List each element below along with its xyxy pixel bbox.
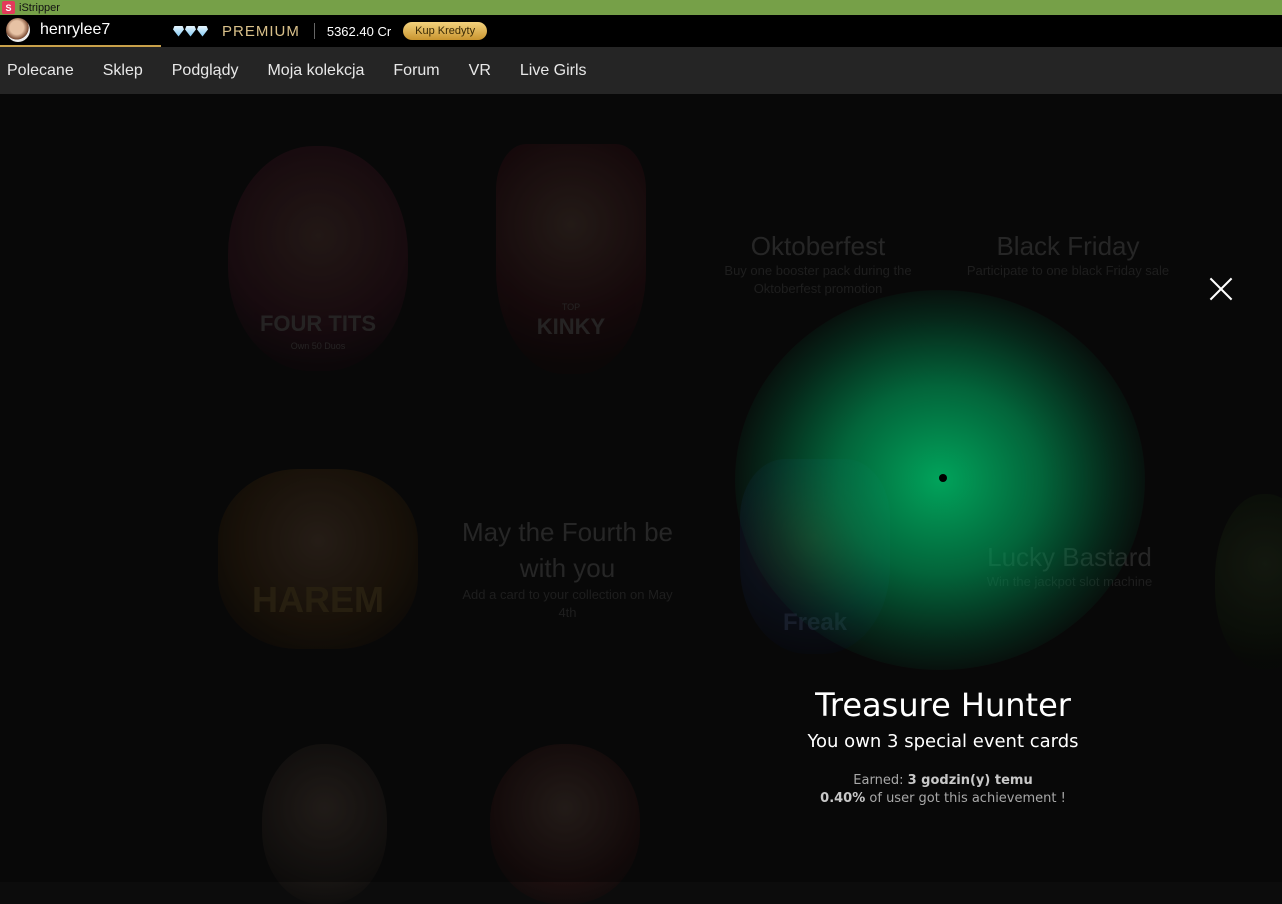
membership-label: PREMIUM [222, 22, 300, 40]
achievement-earned: Earned: 3 godzin(y) temu [743, 773, 1143, 788]
buy-credits-button[interactable]: Kup Kredyty [403, 22, 488, 40]
divider [313, 23, 315, 39]
nav-item-polecane[interactable]: Polecane [7, 62, 74, 80]
diamond-icon [173, 25, 184, 37]
achievement-subtitle: You own 3 special event cards [807, 731, 1079, 752]
achievement-marker [939, 474, 947, 482]
diamond-rank-icons [173, 25, 208, 37]
earned-value: 3 godzin(y) temu [907, 773, 1033, 788]
avatar[interactable] [6, 18, 30, 42]
main-nav: Polecane Sklep Podglądy Moja kolekcja Fo… [0, 47, 1282, 94]
earned-label: Earned: [853, 773, 904, 788]
user-profile[interactable]: henrylee7 [0, 15, 161, 47]
percent-suffix: of user got this achievement ! [869, 791, 1066, 806]
istripper-app-icon: S [2, 1, 15, 14]
account-bar: henrylee7 PREMIUM 5362.40 Cr Kup Kredyty [0, 15, 1282, 47]
percent-value: 0.40% [820, 791, 866, 806]
nav-item-forum[interactable]: Forum [393, 62, 439, 80]
achievement-title: Treasure Hunter [815, 686, 1071, 724]
nav-item-podglady[interactable]: Podglądy [172, 62, 239, 80]
nav-item-sklep[interactable]: Sklep [103, 62, 143, 80]
credits-balance: 5362.40 Cr [326, 23, 392, 39]
achievement-percent: 0.40% of user got this achievement ! [743, 791, 1143, 806]
diamond-icon [185, 25, 196, 37]
diamond-icon [197, 25, 208, 37]
nav-item-vr[interactable]: VR [469, 62, 491, 80]
nav-item-live-girls[interactable]: Live Girls [520, 62, 587, 80]
window-title: iStripper [19, 1, 60, 14]
window-titlebar: S iStripper [0, 0, 1282, 15]
nav-item-moja-kolekcja[interactable]: Moja kolekcja [267, 62, 364, 80]
close-icon[interactable] [1208, 276, 1234, 302]
username: henrylee7 [40, 21, 111, 38]
